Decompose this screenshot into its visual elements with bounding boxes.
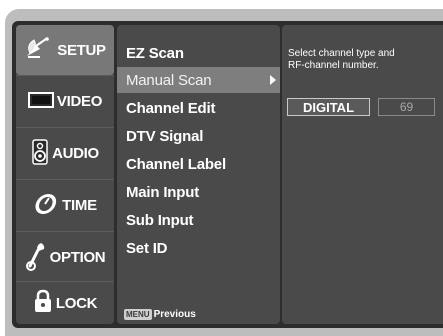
menu-item-channel-label[interactable]: Channel Label [117,151,280,177]
instruction-text: Select channel type and RF-channel numbe… [288,48,438,72]
satellite-dish-icon [24,37,54,63]
instruction-line-1: Select channel type and [288,48,395,59]
category-lock[interactable]: LOCK [16,281,114,324]
menu-item-channel-edit[interactable]: Channel Edit [117,95,280,121]
category-video[interactable]: VIDEO [16,75,114,127]
menu-item-label: Sub Input [126,211,194,229]
instruction-line-2: RF-channel number. [288,60,379,71]
category-label: OPTION [49,249,106,266]
category-label: LOCK [55,294,98,312]
menu-item-label: Channel Edit [126,99,216,117]
menu-item-main-input[interactable]: Main Input [117,179,280,205]
menu-item-ez-scan[interactable]: EZ Scan [117,40,280,66]
speaker-icon [31,138,49,169]
chevron-right-icon [270,75,276,85]
menu-item-manual-scan[interactable]: Manual Scan [117,67,280,93]
menu-item-label: DTV Signal [126,127,204,145]
menu-item-label: Manual Scan [126,71,212,89]
category-label: VIDEO [56,93,103,110]
menu-item-set-id[interactable]: Set ID [117,235,280,261]
category-option[interactable]: OPTION [16,231,114,283]
wrench-icon [25,241,47,275]
category-setup[interactable]: SETUP [16,25,114,75]
menu-key-badge: MENU [124,309,152,320]
setup-menu-list: EZ Scan Manual Scan Channel Edit DTV Sig… [117,25,280,324]
padlock-icon [33,289,53,317]
menu-item-label: EZ Scan [126,44,184,62]
tv-screen-icon [27,91,54,113]
previous-label: Previous [153,309,196,320]
category-label: TIME [62,197,97,214]
category-time[interactable]: TIME [16,179,114,231]
menu-item-label: Main Input [126,183,199,201]
menu-item-label: Set ID [126,239,168,257]
clock-icon [33,192,59,220]
menu-item-label: Channel Label [126,155,226,173]
category-label: SETUP [57,41,106,59]
menu-item-dtv-signal[interactable]: DTV Signal [117,123,280,149]
channel-type-selector[interactable]: DIGITAL [287,98,370,116]
menu-item-sub-input[interactable]: Sub Input [117,207,280,233]
menu-previous-hint[interactable]: MENU Previous [124,309,196,320]
manual-scan-detail: Select channel type and RF-channel numbe… [282,25,443,324]
category-audio[interactable]: AUDIO [16,127,114,179]
category-label: AUDIO [52,145,99,162]
rf-channel-number-field[interactable]: 69 [378,98,435,116]
category-column: SETUP VIDEO AUDIO TIME OPTION LOCK [16,25,114,324]
